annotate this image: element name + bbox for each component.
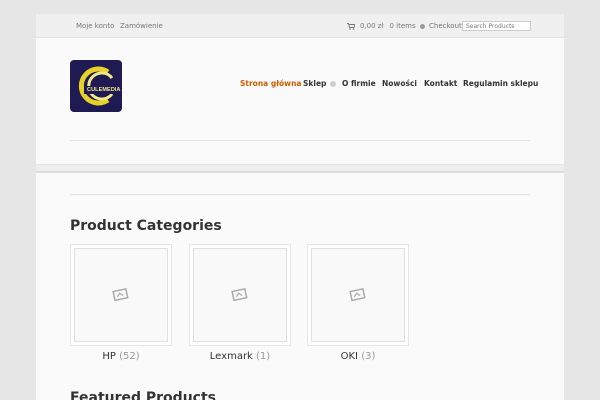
nav-shop[interactable]: Sklep xyxy=(303,79,337,88)
category-item-lexmark[interactable]: Lexmark (1) xyxy=(189,244,291,362)
culemedia-logo-icon xyxy=(78,66,118,106)
category-name: Lexmark xyxy=(209,351,253,362)
logo-text: CULEMEDIA xyxy=(87,87,121,93)
page: Moje konto Zamówienie 0,00 zł 0 items Ch… xyxy=(36,14,564,400)
image-placeholder-icon xyxy=(349,288,366,302)
checkout-label: Checkout xyxy=(429,22,462,30)
category-item-hp[interactable]: HP (52) xyxy=(70,244,172,362)
category-name: OKI xyxy=(340,351,359,362)
nav-shop-label: Sklep xyxy=(303,79,327,88)
checkout-dot-icon xyxy=(420,23,425,29)
cart-items: 0 items xyxy=(389,22,416,30)
product-categories-title: Product Categories xyxy=(70,218,222,234)
my-account-link[interactable]: Moje konto xyxy=(76,22,114,30)
cart-icon xyxy=(347,22,355,30)
order-link[interactable]: Zamówienie xyxy=(120,22,163,30)
divider xyxy=(70,140,530,141)
nav-news[interactable]: Nowości xyxy=(382,79,417,88)
category-thumbnail[interactable] xyxy=(70,244,172,346)
nav-terms[interactable]: Regulamin sklepu xyxy=(463,79,538,88)
top-bar: Moje konto Zamówienie 0,00 zł 0 items Ch… xyxy=(36,14,564,38)
nav-home[interactable]: Strona główna xyxy=(240,79,301,88)
category-count: (3) xyxy=(361,351,376,362)
divider xyxy=(70,194,530,195)
category-caption[interactable]: Lexmark (1) xyxy=(189,351,291,362)
category-thumbnail[interactable] xyxy=(189,244,291,346)
nav-contact[interactable]: Kontakt xyxy=(424,79,457,88)
category-name: HP xyxy=(102,351,116,362)
cart-summary[interactable]: 0,00 zł 0 items xyxy=(347,22,416,30)
category-item-oki[interactable]: OKI (3) xyxy=(307,244,409,362)
category-caption[interactable]: OKI (3) xyxy=(307,351,409,362)
category-count: (52) xyxy=(119,351,140,362)
category-thumbnail[interactable] xyxy=(307,244,409,346)
category-count: (1) xyxy=(256,351,271,362)
image-placeholder-icon xyxy=(112,288,129,302)
nav-about[interactable]: O firmie xyxy=(342,79,376,88)
checkout-link[interactable]: Checkout xyxy=(420,22,462,30)
category-caption[interactable]: HP (52) xyxy=(70,351,172,362)
search-input[interactable] xyxy=(462,21,531,31)
image-placeholder-icon xyxy=(231,288,248,302)
site-logo[interactable]: CULEMEDIA xyxy=(70,60,122,112)
cart-amount: 0,00 zł xyxy=(360,22,384,30)
banner-strip xyxy=(36,164,564,173)
featured-products-title: Featured Products xyxy=(70,390,216,400)
submenu-indicator-icon xyxy=(330,81,337,87)
